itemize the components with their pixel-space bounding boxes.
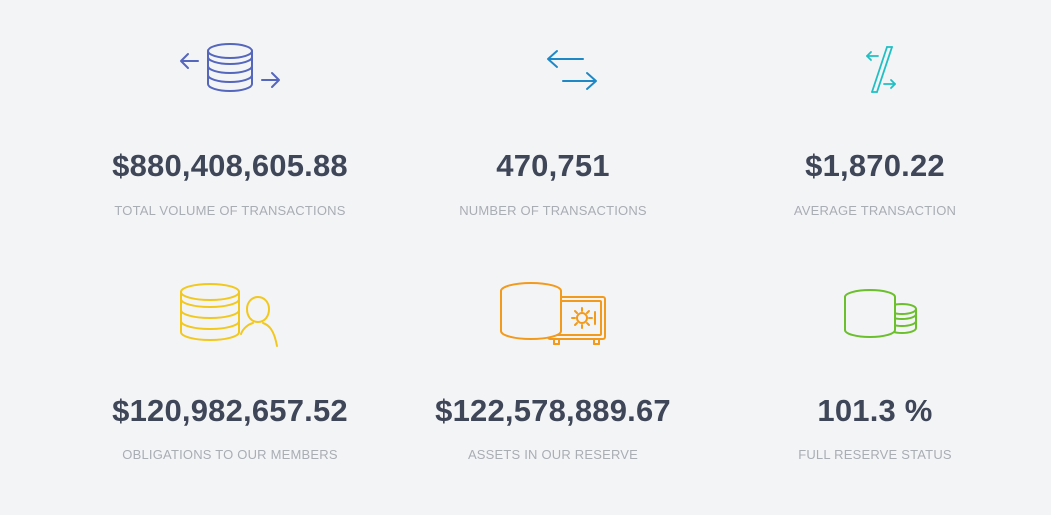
coins-safe-icon [500,282,606,345]
stat-average-transaction: $1,870.22 AVERAGE TRANSACTION [705,40,1045,217]
stat-obligations: $120,982,657.52 OBLIGATIONS TO OUR MEMBE… [60,282,400,461]
stat-full-reserve: 101.3 % FULL RESERVE STATUS [705,282,1045,461]
stat-assets-reserve: $122,578,889.67 ASSETS IN OUR RESERVE [383,282,723,461]
stat-value: 101.3 % [817,393,933,428]
stat-value: $120,982,657.52 [112,393,348,428]
coin-stacks-icon [844,289,917,338]
stat-label: AVERAGE TRANSACTION [793,203,957,218]
stats-grid: $880,408,605.88 TOTAL VOLUME OF TRANSACT… [0,0,1051,515]
slash-arrows-icon [866,46,896,93]
coins-user-icon [180,283,278,347]
stat-number-transactions: 470,751 NUMBER OF TRANSACTIONS [383,40,723,217]
coins-exchange-icon [180,43,280,92]
arrows-exchange-icon [547,50,597,90]
stat-value: $880,408,605.88 [112,148,348,183]
stat-label: TOTAL VOLUME OF TRANSACTIONS [114,203,346,218]
stat-value: $1,870.22 [805,148,945,183]
stat-label: OBLIGATIONS TO OUR MEMBERS [122,447,338,462]
stat-label: NUMBER OF TRANSACTIONS [459,203,647,218]
stat-value: $122,578,889.67 [435,393,671,428]
stat-total-volume: $880,408,605.88 TOTAL VOLUME OF TRANSACT… [60,40,400,217]
stat-value: 470,751 [496,148,610,183]
stat-label: FULL RESERVE STATUS [798,447,952,462]
stat-label: ASSETS IN OUR RESERVE [467,447,639,462]
